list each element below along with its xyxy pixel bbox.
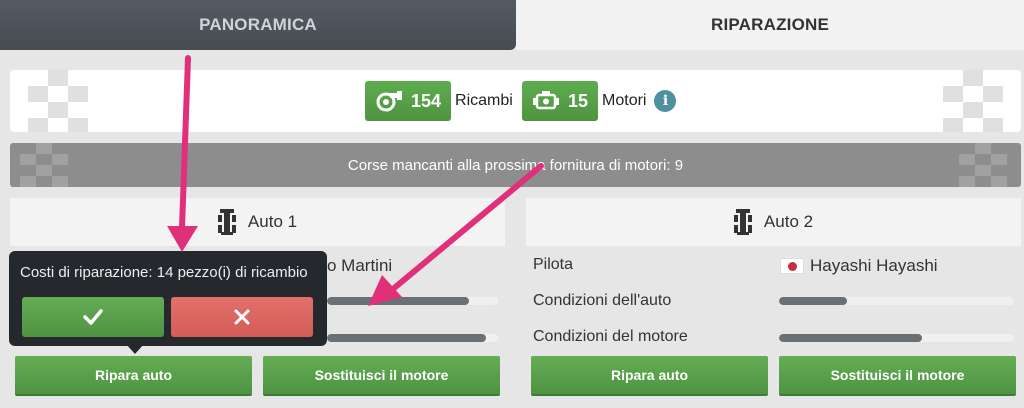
car1-replace-engine-button[interactable]: Sostituisci il motore xyxy=(263,356,500,396)
confirm-repair-button[interactable] xyxy=(22,297,164,337)
car1-engine-bar xyxy=(327,334,498,342)
checkered-flag-decoration xyxy=(20,143,68,187)
checkered-flag-decoration xyxy=(28,70,88,132)
car2-condition-fill xyxy=(779,297,848,305)
race-car-icon xyxy=(217,209,236,235)
checkered-flag-decoration xyxy=(943,70,1003,132)
car1-condition-fill xyxy=(327,297,469,305)
car2-driver-name: Hayashi Hayashi xyxy=(810,256,938,275)
car1-condition-bar xyxy=(327,297,498,305)
repair-cost-text: Costi di riparazione: 14 pezzo(i) di ric… xyxy=(20,264,308,281)
cancel-repair-button[interactable] xyxy=(171,297,313,337)
check-icon xyxy=(83,309,103,325)
parts-badge: 154 xyxy=(365,81,452,121)
checkered-flag-decoration xyxy=(959,143,1007,187)
tab-bar: PANORAMICA RIPARAZIONE xyxy=(0,0,1024,52)
car1-driver-name: o Martini xyxy=(327,256,393,275)
car2-repair-button[interactable]: Ripara auto xyxy=(531,356,768,396)
car2-replace-engine-button[interactable]: Sostituisci il motore xyxy=(779,356,1016,396)
tab-overview[interactable]: PANORAMICA xyxy=(0,0,516,50)
tab-repair[interactable]: RIPARAZIONE xyxy=(516,0,1024,50)
car2-engine-label: Condizioni del motore xyxy=(533,328,688,345)
car2-title: Auto 2 xyxy=(763,212,814,231)
car2-header: Auto 2 xyxy=(526,198,1021,246)
resources-bar: 154 Ricambi 15 Motori i xyxy=(10,70,1021,132)
japan-flag-icon xyxy=(780,258,804,274)
info-icon[interactable]: i xyxy=(654,90,677,112)
repair-cost-popup: Costi di riparazione: 14 pezzo(i) di ric… xyxy=(9,251,327,346)
engines-badge: 15 xyxy=(522,81,599,121)
turbo-icon xyxy=(376,91,402,112)
car2-condition-bar xyxy=(779,297,1014,305)
car2-condition-label: Condizioni dell'auto xyxy=(533,292,672,309)
parts-resource: 154 Ricambi xyxy=(365,81,513,121)
car2-pilot-label: Pilota xyxy=(533,256,574,273)
engines-count: 15 xyxy=(568,90,589,111)
engines-label: Motori xyxy=(602,92,647,109)
car1-engine-fill xyxy=(327,334,487,342)
car1-repair-button[interactable]: Ripara auto xyxy=(15,356,252,396)
popup-pointer xyxy=(126,344,144,354)
races-remaining-text: Corse mancanti alla prossima fornitura d… xyxy=(347,156,684,174)
races-info-bar: Corse mancanti alla prossima fornitura d… xyxy=(10,143,1021,187)
engine-icon xyxy=(533,91,559,110)
race-car-icon xyxy=(733,209,752,235)
engines-resource: 15 Motori i xyxy=(522,81,677,121)
car1-header: Auto 1 xyxy=(10,198,505,246)
close-icon xyxy=(234,309,250,325)
parts-count: 154 xyxy=(411,90,442,111)
parts-label: Ricambi xyxy=(455,92,513,109)
car2-engine-fill xyxy=(779,334,923,342)
car1-title: Auto 1 xyxy=(247,212,298,231)
car2-engine-bar xyxy=(779,334,1014,342)
